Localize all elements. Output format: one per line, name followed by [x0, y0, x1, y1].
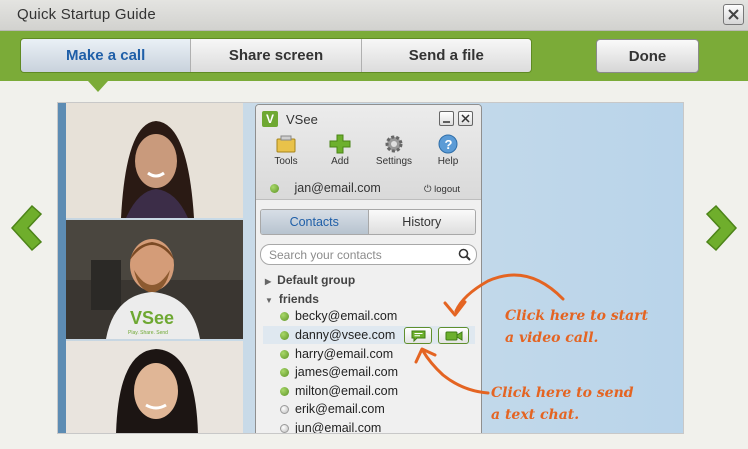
minimize-button[interactable]	[439, 111, 454, 126]
close-button[interactable]	[723, 4, 744, 25]
tools-icon	[276, 135, 296, 153]
demo-screenshot: VSee Play. Share. Send V VSee Tools Add …	[57, 102, 684, 434]
tools-button[interactable]: Tools	[264, 134, 308, 167]
offline-status-icon	[280, 405, 289, 415]
step-tab-bar: Make a call Share screen Send a file Don…	[0, 31, 748, 92]
online-status-icon	[280, 312, 289, 322]
contact-row-milton[interactable]: milton@email.com	[263, 382, 475, 400]
group-default[interactable]: ▶ Default group	[265, 273, 355, 287]
title-bar: Quick Startup Guide	[0, 0, 748, 31]
contacts-history-tabs: Contacts History	[260, 209, 476, 235]
desktop-edge	[58, 103, 66, 433]
active-tab-pointer	[88, 81, 108, 92]
vsee-header: V VSee Tools Add Settings ? Help jan@ema…	[256, 105, 481, 200]
contact-row-james[interactable]: james@email.com	[263, 363, 475, 381]
shirt-tagline-text: Play. Share. Send	[128, 330, 168, 336]
power-icon: ⏻	[424, 184, 432, 195]
shirt-logo-text: VSee	[130, 308, 174, 328]
contact-row-jun[interactable]: jun@email.com	[263, 419, 475, 433]
settings-button[interactable]: Settings	[372, 134, 416, 167]
video-call-button[interactable]	[438, 327, 469, 344]
gear-icon	[385, 135, 403, 153]
previous-arrow-icon[interactable]	[8, 204, 44, 252]
help-icon: ?	[438, 134, 458, 154]
contact-row-erik[interactable]: erik@email.com	[263, 400, 475, 418]
participant-man: VSee Play. Share. Send	[66, 220, 243, 339]
video-tile-2: VSee Play. Share. Send	[66, 220, 243, 339]
online-status-icon	[280, 368, 289, 378]
offline-status-icon	[280, 424, 289, 433]
tab-history[interactable]: History	[368, 210, 475, 234]
video-tile-3	[66, 341, 243, 433]
contact-row-harry[interactable]: harry@email.com	[263, 345, 475, 363]
tab-share-screen[interactable]: Share screen	[191, 39, 362, 72]
participant-woman-1	[66, 103, 243, 218]
text-chat-button[interactable]	[404, 327, 432, 344]
vsee-close-button[interactable]	[458, 111, 473, 126]
next-arrow-icon[interactable]	[704, 204, 740, 252]
add-button[interactable]: Add	[318, 134, 362, 167]
video-camera-icon	[445, 331, 463, 341]
window-title: Quick Startup Guide	[17, 6, 156, 23]
minimize-icon	[443, 121, 450, 123]
contact-row-danny[interactable]: danny@vsee.com	[263, 326, 475, 344]
settings-label: Settings	[375, 156, 413, 167]
online-status-icon	[280, 331, 289, 341]
search-input[interactable]	[269, 245, 449, 264]
video-call-annotation: Click here to start a video call.	[505, 308, 649, 346]
expand-arrow-icon: ▶	[265, 277, 272, 286]
search-box	[260, 244, 477, 265]
tab-make-a-call[interactable]: Make a call	[21, 39, 192, 72]
vsee-title: VSee	[286, 112, 318, 127]
chat-bubble-icon	[411, 330, 426, 342]
current-user: jan@email.com	[270, 181, 381, 195]
help-label: Help	[437, 156, 459, 167]
tab-contacts[interactable]: Contacts	[261, 210, 369, 234]
participant-woman-2	[66, 341, 243, 433]
tools-label: Tools	[274, 156, 298, 167]
add-icon	[329, 134, 351, 154]
contact-row-becky[interactable]: becky@email.com	[263, 307, 475, 325]
help-button[interactable]: ? Help	[426, 134, 470, 167]
collapse-arrow-icon: ▼	[265, 296, 273, 305]
add-label: Add	[331, 156, 349, 167]
done-button[interactable]: Done	[596, 39, 699, 73]
group-friends[interactable]: ▼ friends	[265, 292, 319, 306]
svg-text:?: ?	[445, 137, 453, 152]
online-status-icon	[280, 387, 289, 397]
current-user-email: jan@email.com	[294, 181, 381, 195]
tab-send-a-file[interactable]: Send a file	[361, 39, 531, 72]
vsee-logo-icon: V	[262, 111, 278, 127]
step-tabs: Make a call Share screen Send a file	[20, 38, 532, 73]
online-status-icon	[270, 184, 279, 194]
video-tile-1	[66, 103, 243, 218]
close-icon	[728, 9, 739, 20]
text-chat-annotation: Click here to send a text chat.	[491, 385, 634, 423]
logout-link[interactable]: ⏻ logout	[424, 184, 460, 195]
close-icon	[461, 114, 470, 123]
vsee-contacts-window: V VSee Tools Add Settings ? Help jan@ema…	[255, 104, 482, 433]
online-status-icon	[280, 350, 289, 360]
search-icon[interactable]	[458, 248, 471, 261]
